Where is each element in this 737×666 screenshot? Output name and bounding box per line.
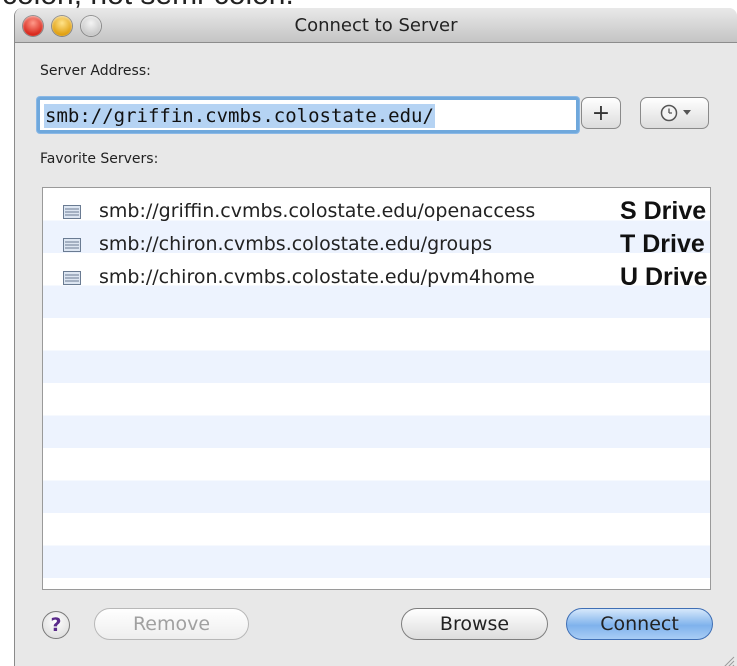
remove-button-label: Remove xyxy=(132,613,211,635)
chevron-down-icon xyxy=(682,110,691,115)
help-icon: ? xyxy=(50,614,62,636)
server-icon xyxy=(63,238,81,252)
clock-icon xyxy=(660,104,691,122)
screenshot: colon, not semi-colon. Connect to Server… xyxy=(0,0,737,666)
title-bar: Connect to Server xyxy=(15,8,737,43)
server-url: smb://griffin.cvmbs.colostate.edu/openac… xyxy=(99,200,536,222)
browse-button-label: Browse xyxy=(439,613,510,635)
browse-button[interactable]: Browse xyxy=(401,608,548,640)
list-item[interactable]: smb://chiron.cvmbs.colostate.edu/groups … xyxy=(43,230,737,262)
server-url: smb://chiron.cvmbs.colostate.edu/groups xyxy=(99,233,493,255)
drive-annotation: U Drive xyxy=(620,263,708,291)
server-address-value: smb://griffin.cvmbs.colostate.edu/ xyxy=(44,104,435,128)
favorite-servers-label: Favorite Servers: xyxy=(40,151,159,167)
help-button[interactable]: ? xyxy=(42,611,70,639)
server-address-input[interactable]: smb://griffin.cvmbs.colostate.edu/ xyxy=(37,97,579,133)
resize-grip-icon[interactable] xyxy=(721,654,735,666)
remove-button[interactable]: Remove xyxy=(94,608,249,640)
list-item[interactable]: smb://griffin.cvmbs.colostate.edu/openac… xyxy=(43,197,737,229)
server-url: smb://chiron.cvmbs.colostate.edu/pvm4hom… xyxy=(99,266,535,288)
server-icon xyxy=(63,205,81,219)
add-favorite-button[interactable]: + xyxy=(581,97,621,129)
drive-annotation: T Drive xyxy=(620,230,705,258)
recent-servers-button[interactable] xyxy=(640,97,709,129)
window-title: Connect to Server xyxy=(294,15,458,36)
server-address-label: Server Address: xyxy=(40,63,151,79)
connect-button[interactable]: Connect xyxy=(566,608,713,640)
favorite-servers-list[interactable]: smb://griffin.cvmbs.colostate.edu/openac… xyxy=(42,187,711,590)
drive-annotation: S Drive xyxy=(620,197,707,225)
add-favorite-label: + xyxy=(591,100,611,126)
connect-to-server-window: Connect to Server Server Address: smb://… xyxy=(14,8,737,666)
server-icon xyxy=(63,271,81,285)
list-item[interactable]: smb://chiron.cvmbs.colostate.edu/pvm4hom… xyxy=(43,263,737,295)
connect-button-label: Connect xyxy=(600,613,679,635)
